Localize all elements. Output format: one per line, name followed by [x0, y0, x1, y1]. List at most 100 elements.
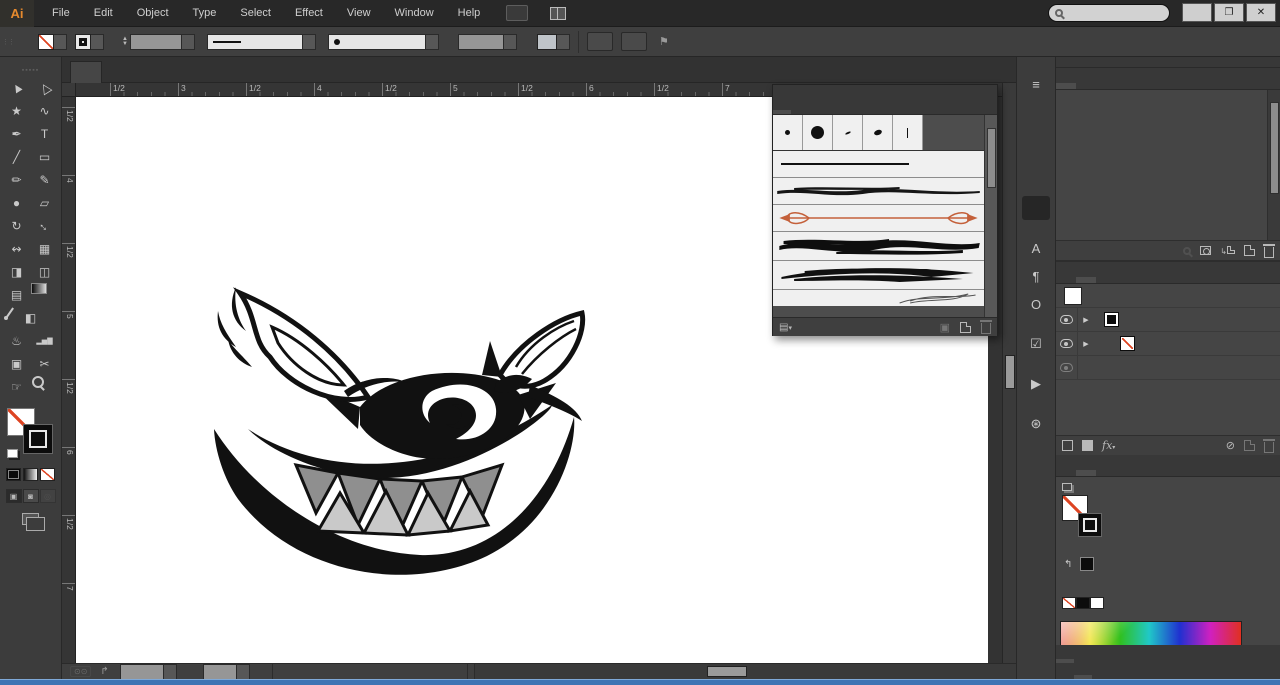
- new-brush-icon[interactable]: [960, 322, 971, 333]
- pen-tool[interactable]: ✒: [3, 122, 31, 145]
- menu-item[interactable]: Object: [137, 7, 169, 19]
- tab-brushes[interactable]: [773, 110, 791, 114]
- brush-row-charcoal[interactable]: [773, 178, 984, 205]
- stroke-color-swatch[interactable]: [1078, 513, 1102, 537]
- draw-behind-button[interactable]: ◙: [23, 489, 39, 503]
- appearance-selection-row[interactable]: [1056, 284, 1280, 308]
- type-tool[interactable]: T: [31, 122, 59, 145]
- flag-icon[interactable]: ⚑: [659, 35, 669, 48]
- white-swatch[interactable]: [1090, 597, 1104, 609]
- stroke-panel-icon[interactable]: ≡: [1022, 72, 1050, 96]
- tab-appearance[interactable]: [1076, 277, 1096, 283]
- menu-item[interactable]: Select: [240, 7, 271, 19]
- vertical-scrollbar[interactable]: [1002, 83, 1016, 663]
- appearance-opacity-row[interactable]: [1056, 356, 1280, 380]
- vertical-ruler[interactable]: 1/241/251/261/27: [62, 97, 76, 663]
- style-dropdown[interactable]: [557, 34, 570, 50]
- pencil-tool[interactable]: ✎: [31, 168, 59, 191]
- brush-options-icon[interactable]: ▣: [940, 321, 950, 334]
- fill-dropdown[interactable]: [54, 34, 67, 50]
- scroll-thumb[interactable]: [987, 128, 996, 188]
- color-button[interactable]: [6, 468, 21, 481]
- stroke-weight-stepper[interactable]: ▲▼: [122, 37, 128, 47]
- brush-10pt-round[interactable]: [803, 115, 833, 150]
- menu-item[interactable]: Window: [395, 7, 434, 19]
- gradient-button[interactable]: [23, 468, 38, 481]
- none-swatch[interactable]: [1062, 597, 1076, 609]
- status-readout[interactable]: [272, 664, 468, 679]
- status-toggle-icon[interactable]: ⊙⊙: [70, 666, 91, 677]
- tab-transparency[interactable]: [1056, 470, 1076, 476]
- stroke-weight-value[interactable]: [130, 34, 182, 50]
- artboard-dropdown[interactable]: [237, 664, 250, 680]
- preflight-panel-icon[interactable]: ☑: [1022, 332, 1050, 356]
- panel-menu-icon[interactable]: [1268, 472, 1280, 476]
- clear-appearance-icon[interactable]: ⊘: [1226, 439, 1235, 452]
- stroke-indicator-swatch[interactable]: [23, 424, 53, 454]
- menu-item[interactable]: View: [347, 7, 371, 19]
- magic-wand-tool[interactable]: ★: [3, 99, 31, 122]
- appearance-stroke-row[interactable]: ▶: [1056, 308, 1280, 332]
- menu-item[interactable]: Help: [458, 7, 481, 19]
- fill-swatch[interactable]: [1120, 336, 1135, 351]
- duplicate-item-icon[interactable]: [1244, 440, 1255, 451]
- opacity-dropdown[interactable]: [504, 34, 517, 50]
- menu-item[interactable]: Effect: [295, 7, 323, 19]
- stroke-swatch[interactable]: [1104, 312, 1119, 327]
- gradient-tool[interactable]: [31, 283, 47, 294]
- eyedropper-tool[interactable]: [3, 306, 17, 320]
- brush-row-arrow[interactable]: [773, 205, 984, 232]
- black-swatch[interactable]: [1076, 597, 1090, 609]
- brush-row-charcoal-feather[interactable]: [773, 261, 984, 290]
- zoom-tool[interactable]: [31, 375, 45, 389]
- draw-inside-button[interactable]: ◎: [40, 489, 56, 503]
- visibility-eye-icon[interactable]: [1060, 315, 1073, 324]
- expand-icon[interactable]: ▶: [1078, 316, 1094, 324]
- paragraph-panel-icon[interactable]: ¶: [1022, 264, 1050, 288]
- fill-color-swatch[interactable]: [38, 34, 54, 50]
- vertical-scroll-thumb[interactable]: [1005, 355, 1015, 389]
- horizontal-scroll-thumb[interactable]: [707, 666, 747, 677]
- add-effect-icon[interactable]: fx▾: [1102, 439, 1115, 452]
- menu-item[interactable]: Edit: [94, 7, 113, 19]
- zoom-dropdown[interactable]: [164, 664, 177, 680]
- navigator-panel-icon[interactable]: ⊛: [1022, 412, 1050, 436]
- scroll-down-icon[interactable]: [1268, 229, 1280, 240]
- perspective-grid-tool[interactable]: ◫: [31, 260, 59, 283]
- character-panel-icon[interactable]: A: [1022, 236, 1050, 260]
- width-profile-select[interactable]: [207, 34, 303, 50]
- stroke-color-swatch[interactable]: [75, 34, 91, 50]
- dock-header[interactable]: [1056, 57, 1280, 68]
- brush-definition-select[interactable]: [328, 34, 426, 50]
- default-fill-stroke-icon[interactable]: [7, 449, 18, 458]
- add-new-stroke-icon[interactable]: [1062, 440, 1073, 451]
- menu-item[interactable]: Type: [193, 7, 217, 19]
- opacity-value[interactable]: [458, 34, 504, 50]
- panel-menu-icon[interactable]: [1268, 279, 1280, 283]
- rotate-tool[interactable]: ↻: [3, 214, 31, 237]
- black-swatch[interactable]: [1080, 557, 1094, 571]
- brush-5pt-oval[interactable]: [863, 115, 893, 150]
- line-tool[interactable]: ╱: [3, 145, 31, 168]
- share-icon[interactable]: ↱: [97, 666, 111, 677]
- brush-row-basic[interactable]: [773, 151, 984, 178]
- blend-tool[interactable]: ◧: [17, 306, 45, 329]
- tab-swatches[interactable]: [1056, 277, 1076, 283]
- tab-color[interactable]: [1076, 470, 1096, 476]
- panel-menu-icon[interactable]: [1268, 85, 1280, 89]
- arrange-documents-button[interactable]: [550, 7, 569, 20]
- opentype-panel-icon[interactable]: O: [1022, 292, 1050, 316]
- color-group-icon[interactable]: [1062, 483, 1072, 491]
- scroll-down-icon[interactable]: [1003, 649, 1017, 662]
- document-setup-button[interactable]: [587, 32, 613, 51]
- brush-1pt-oval[interactable]: [833, 115, 863, 150]
- gradient-panel-icon[interactable]: [1022, 100, 1050, 124]
- visibility-eye-icon[interactable]: [1060, 339, 1073, 348]
- style-swatch[interactable]: [537, 34, 557, 50]
- tab-layers[interactable]: [1056, 83, 1076, 89]
- pathfinder-panel-icon[interactable]: [1022, 196, 1050, 220]
- tab-links[interactable]: [1096, 83, 1116, 89]
- zoom-level-value[interactable]: [120, 664, 164, 680]
- menu-item[interactable]: File: [52, 7, 70, 19]
- preferences-button[interactable]: [621, 32, 647, 51]
